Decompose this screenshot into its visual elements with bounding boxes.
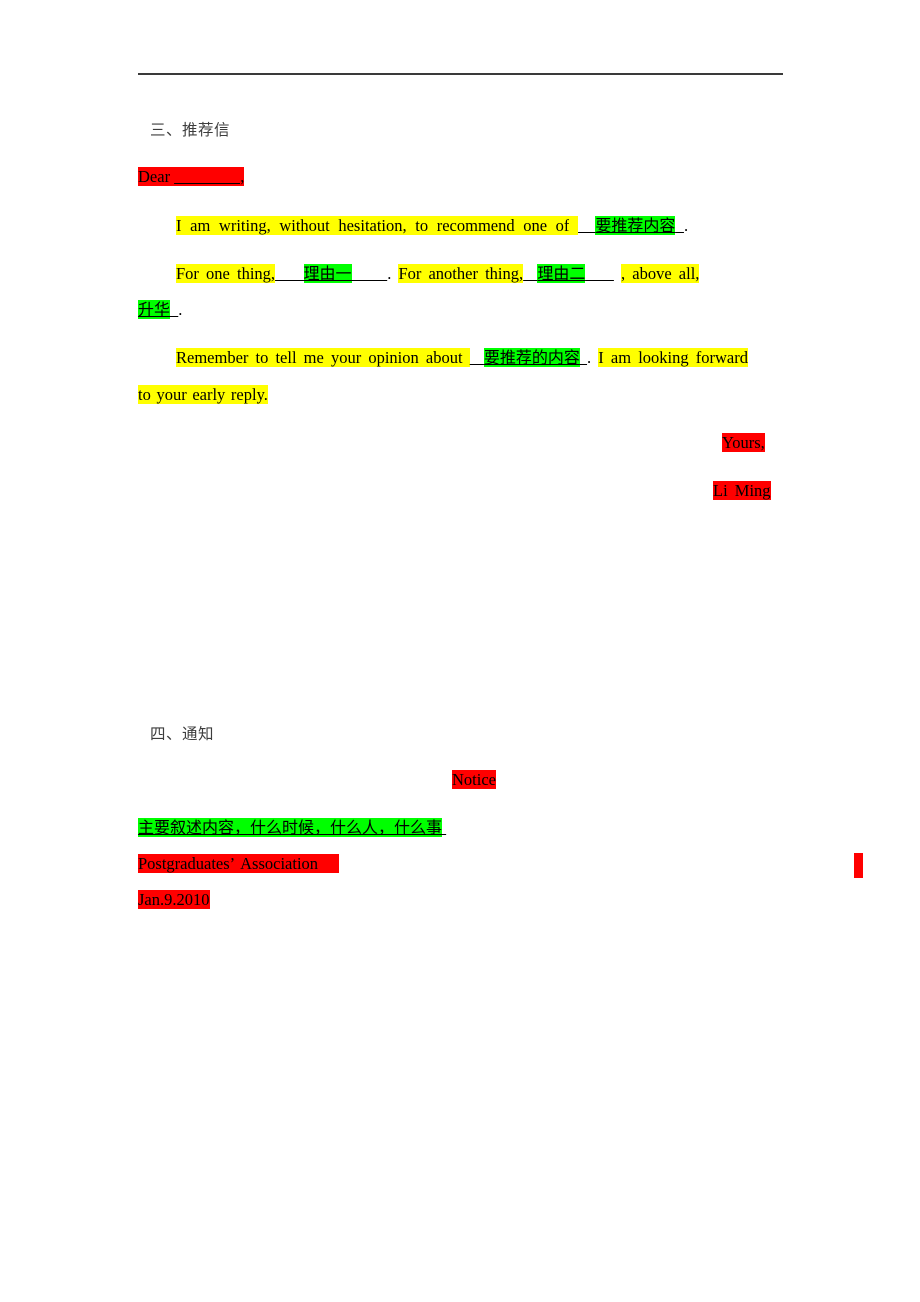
para2-rule-a — [275, 264, 304, 283]
para3-placeholder: 要推荐的内容 — [483, 348, 580, 367]
notice-title: Notice — [452, 770, 496, 789]
closing-text: Yours, — [722, 433, 765, 452]
recommendation-paragraph-1: I am writing, without hesitation, to rec… — [176, 216, 688, 235]
para2-period-2: . — [178, 300, 183, 319]
notice-body-line: 主要叙述内容，什么时候，什么人，什么事 — [138, 818, 446, 837]
document-page: 三、推荐信 Dear ________, I am writing, witho… — [0, 0, 920, 1302]
para2-placeholder-1: 理由一 — [303, 264, 352, 283]
salutation-line: Dear ________, — [138, 167, 245, 186]
para2-seg1: For one thing, — [176, 264, 276, 283]
recommendation-paragraph-3-line-2: to your early reply. — [138, 385, 268, 404]
notice-signer-line: Postgraduates’ Association — [138, 854, 340, 873]
para2-seg2: For another thing, — [398, 264, 524, 283]
notice-signer-pad — [318, 854, 340, 873]
salutation-comma: , — [240, 167, 245, 186]
notice-body-placeholder: 主要叙述内容，什么时候，什么人，什么事 — [138, 818, 443, 837]
section-heading-notice: 四、通知 — [150, 725, 215, 743]
notice-signer: Postgraduates’ Association — [138, 854, 319, 873]
para2-seg3: , above all, — [621, 264, 700, 283]
salutation-word: Dear — [138, 167, 171, 186]
para1-text: I am writing, without hesitation, to rec… — [176, 216, 570, 235]
notice-date-line: Jan.9.2010 — [138, 890, 210, 909]
header-rule — [138, 73, 783, 75]
recommendation-paragraph-2-line-1: For one thing, 理由一 . For another thing, … — [176, 264, 700, 283]
para3-text-after-1: I am looking forward — [598, 348, 748, 367]
recommendation-paragraph-3-line-1: Remember to tell me your opinion about 要… — [176, 348, 748, 367]
para1-gap — [569, 216, 579, 235]
para2-rule-b — [352, 264, 388, 283]
notice-date: Jan.9.2010 — [138, 890, 210, 909]
notice-title-line: Notice — [452, 770, 496, 789]
para1-lead-rule — [578, 216, 595, 235]
para1-trail-rule — [675, 216, 684, 235]
right-margin-red-mark — [854, 853, 863, 878]
para2-rule-c — [523, 264, 537, 283]
salutation-blank: ________ — [174, 167, 241, 186]
para2-placeholder-3: 升华 — [138, 300, 171, 319]
closing-line: Yours, — [722, 433, 765, 452]
recommendation-paragraph-2-line-2: 升华 . — [138, 300, 182, 319]
para3-trail-rule — [580, 348, 587, 367]
para3-lead-rule — [470, 348, 484, 367]
para3-text-after-2: to your early reply. — [138, 385, 268, 404]
section-heading-recommendation: 三、推荐信 — [150, 121, 231, 139]
para1-period: . — [683, 216, 689, 235]
notice-body-trail-rule — [442, 818, 446, 837]
para2-gap-2 — [614, 264, 621, 283]
para3-text: Remember to tell me your opinion about — [176, 348, 463, 367]
para2-placeholder-2: 理由二 — [537, 264, 586, 283]
para1-placeholder: 要推荐内容 — [595, 216, 676, 235]
signature-line: Li Ming — [713, 481, 771, 500]
signature-text: Li Ming — [713, 481, 771, 500]
para2-rule-d — [585, 264, 614, 283]
para3-gap-1 — [462, 348, 470, 367]
